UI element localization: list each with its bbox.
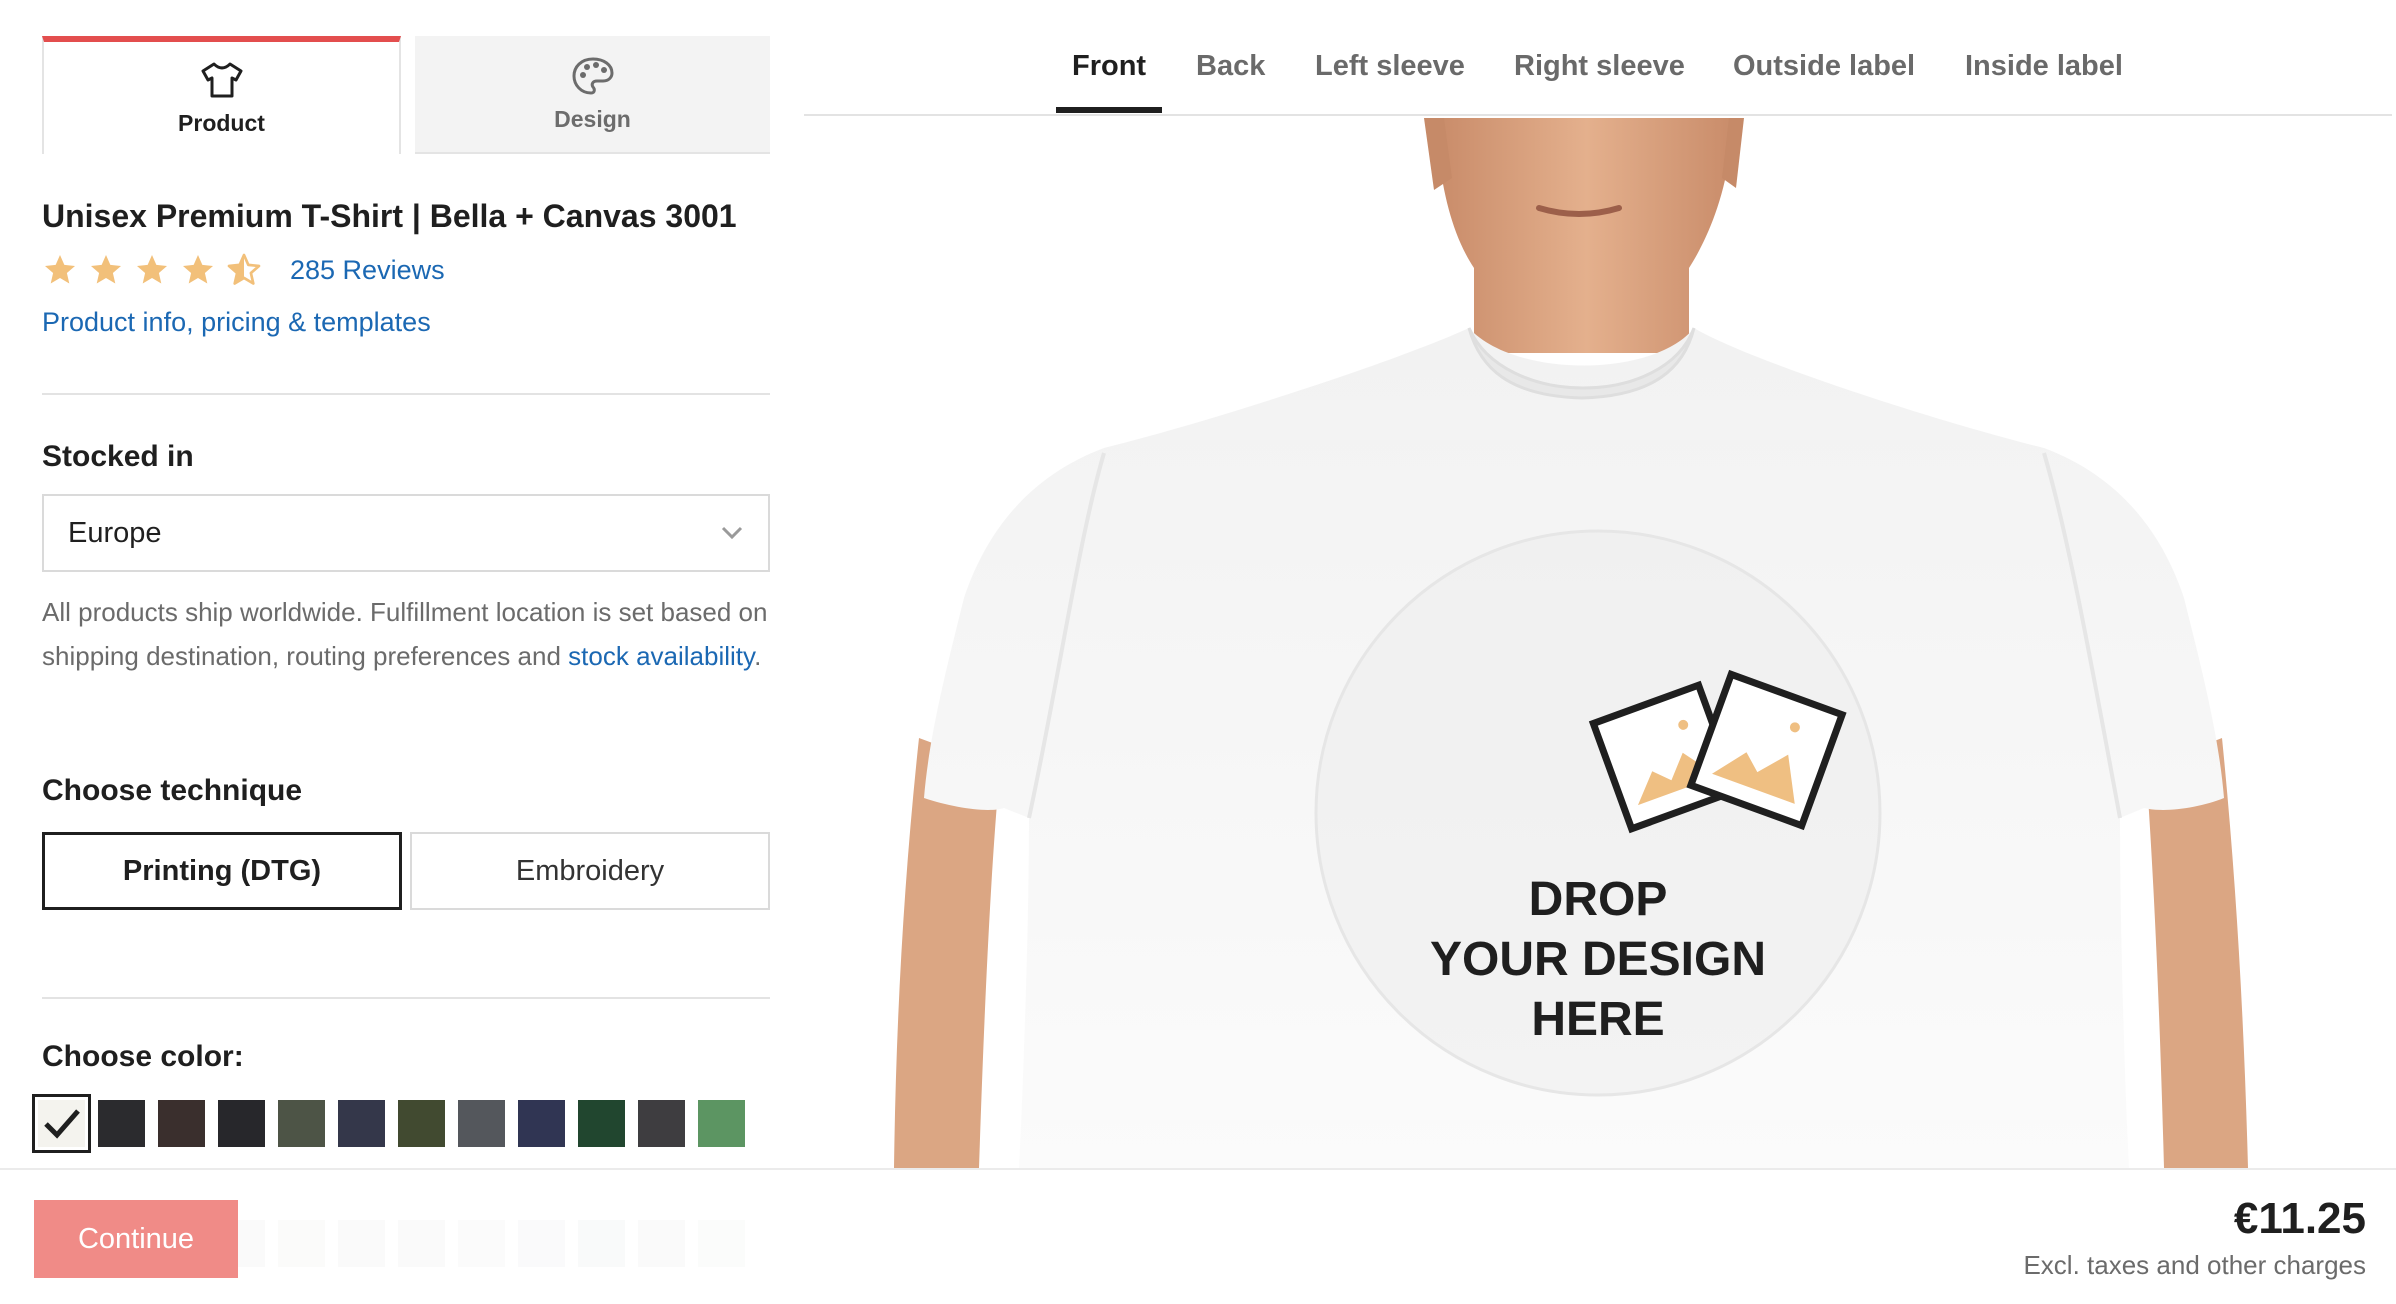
color-swatch[interactable] <box>338 1100 385 1147</box>
continue-button[interactable]: Continue <box>34 1200 238 1278</box>
shipping-note-end: . <box>754 641 762 671</box>
color-swatch[interactable] <box>278 1100 325 1147</box>
product-info-link[interactable]: Product info, pricing & templates <box>42 307 431 338</box>
drop-line-3: HERE <box>1531 993 1665 1046</box>
color-swatch[interactable] <box>638 1100 685 1147</box>
palette-icon <box>571 56 614 95</box>
technique-label: Choose technique <box>42 774 303 807</box>
color-swatch[interactable] <box>578 1100 625 1147</box>
color-swatch[interactable] <box>458 1100 505 1147</box>
tab-design-label: Design <box>554 105 631 132</box>
footer-bar: Continue €11.25 Excl. taxes and other ch… <box>0 1168 2396 1304</box>
stocked-in-label: Stocked in <box>42 440 194 473</box>
star-rating <box>42 252 262 288</box>
color-swatch[interactable] <box>518 1100 565 1147</box>
color-swatch[interactable] <box>32 1094 91 1153</box>
star-icon <box>137 255 167 284</box>
shipping-note: All products ship worldwide. Fulfillment… <box>42 590 770 678</box>
tab-front[interactable]: Front <box>1072 50 1146 83</box>
tab-outside-label[interactable]: Outside label <box>1733 50 1915 83</box>
technique-printing-button[interactable]: Printing (DTG) <box>42 832 402 910</box>
divider <box>42 393 770 395</box>
tshirt-icon <box>201 62 242 97</box>
product-panel: Product Design Unisex Premium T-Shirt | … <box>0 0 790 1304</box>
tab-right-sleeve[interactable]: Right sleeve <box>1514 50 1685 83</box>
panel-tabs: Product Design <box>42 36 770 154</box>
color-swatch[interactable] <box>398 1100 445 1147</box>
drop-zone-text[interactable]: DROP YOUR DESIGN HERE <box>1310 870 1886 1050</box>
star-icon <box>45 255 75 284</box>
tab-product-label: Product <box>178 109 265 136</box>
color-swatches <box>32 1094 745 1153</box>
rating-row: 285 Reviews <box>42 252 445 288</box>
color-swatch[interactable] <box>698 1100 745 1147</box>
divider <box>42 997 770 999</box>
tab-left-sleeve[interactable]: Left sleeve <box>1315 50 1465 83</box>
stock-region-value: Europe <box>68 516 162 549</box>
drop-line-1: DROP <box>1528 873 1668 926</box>
tab-back[interactable]: Back <box>1196 50 1265 83</box>
tab-inside-label[interactable]: Inside label <box>1965 50 2123 83</box>
color-swatch[interactable] <box>158 1100 205 1147</box>
price: €11.25 <box>2233 1194 2366 1243</box>
active-tab-indicator <box>1056 107 1162 113</box>
tab-design[interactable]: Design <box>415 36 770 154</box>
color-swatch[interactable] <box>98 1100 145 1147</box>
star-icon <box>183 255 213 284</box>
checkmark-icon <box>44 1109 80 1139</box>
drop-line-2: YOUR DESIGN <box>1429 933 1767 986</box>
color-swatch[interactable] <box>218 1100 265 1147</box>
stock-availability-link[interactable]: stock availability <box>568 641 754 671</box>
product-title: Unisex Premium T-Shirt | Bella + Canvas … <box>42 198 737 234</box>
price-note: Excl. taxes and other charges <box>2023 1250 2366 1280</box>
reviews-link[interactable]: 285 Reviews <box>290 255 445 286</box>
tab-product[interactable]: Product <box>42 36 401 154</box>
stock-region-select[interactable]: Europe <box>42 494 770 572</box>
star-icon <box>91 255 121 284</box>
chevron-down-icon <box>721 526 743 540</box>
color-label: Choose color: <box>42 1040 244 1073</box>
technique-embroidery-button[interactable]: Embroidery <box>410 832 770 910</box>
half-star-icon <box>227 253 261 285</box>
